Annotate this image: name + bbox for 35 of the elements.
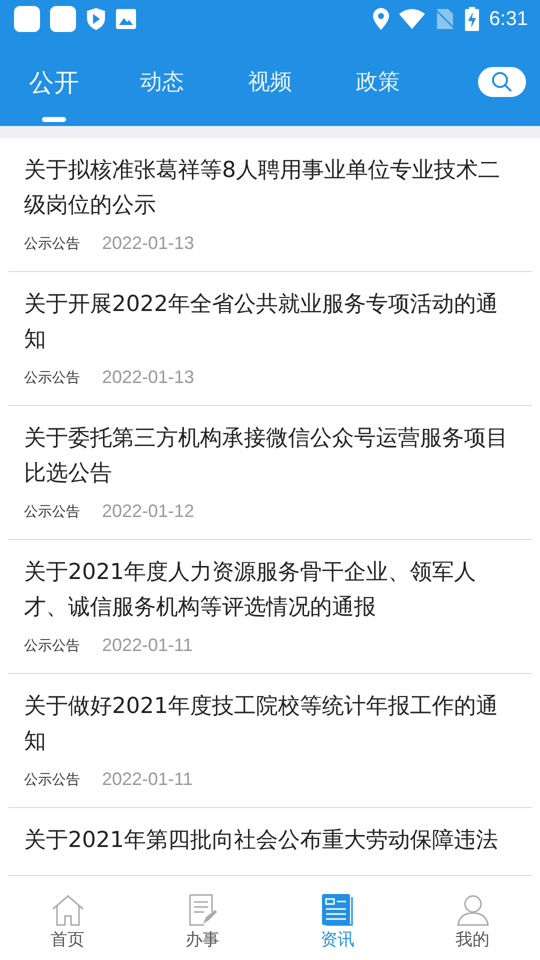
article-title[interactable]: 关于2021年第四批向社会公布重大劳动保障违法 bbox=[24, 823, 514, 858]
nav-tab[interactable]: 我的 bbox=[405, 890, 540, 960]
article-title[interactable]: 关于拟核准张葛祥等8人聘用事业单位专业技术二级岗位的公示 bbox=[24, 153, 514, 223]
wifi-icon bbox=[399, 9, 426, 29]
article-title[interactable]: 关于委托第三方机构承接微信公众号运营服务项目比选公告 bbox=[24, 421, 514, 491]
article-title[interactable]: 关于开展2022年全省公共就业服务专项活动的通知 bbox=[24, 287, 514, 357]
battery-charging-icon bbox=[465, 7, 480, 31]
person-icon bbox=[456, 894, 490, 926]
article-category: 公示公告 bbox=[24, 636, 80, 654]
shield-play-icon bbox=[86, 7, 106, 31]
no-sim-icon bbox=[435, 8, 456, 30]
notification-icon bbox=[50, 6, 76, 32]
nav-tab[interactable]: 办事 bbox=[135, 890, 270, 960]
document-pen-icon bbox=[188, 894, 218, 926]
newspaper-icon bbox=[322, 894, 354, 926]
search-icon bbox=[491, 71, 513, 93]
article-date: 2022-01-11 bbox=[102, 635, 193, 656]
article-date: 2022-01-13 bbox=[102, 367, 194, 388]
article-date: 2022-01-12 bbox=[102, 501, 194, 522]
article-date: 2022-01-11 bbox=[102, 769, 193, 790]
article-category: 公示公告 bbox=[24, 234, 80, 252]
article-date: 2022-01-13 bbox=[102, 233, 194, 254]
nav-tab[interactable]: 首页 bbox=[0, 890, 135, 960]
article-category: 公示公告 bbox=[24, 368, 80, 386]
image-icon bbox=[116, 9, 136, 29]
article-category: 公示公告 bbox=[24, 502, 80, 520]
search-button[interactable] bbox=[478, 67, 526, 97]
tab-indicator bbox=[42, 117, 66, 122]
notification-icon bbox=[14, 6, 40, 32]
location-icon bbox=[373, 8, 390, 30]
article-title[interactable]: 关于做好2021年度技工院校等统计年报工作的通知 bbox=[24, 689, 514, 759]
article-category: 公示公告 bbox=[24, 770, 80, 788]
status-time: 6:31 bbox=[489, 8, 528, 30]
home-icon bbox=[50, 894, 84, 926]
article-title[interactable]: 关于2021年度人力资源服务骨干企业、领军人才、诚信服务机构等评选情况的通报 bbox=[24, 555, 514, 625]
